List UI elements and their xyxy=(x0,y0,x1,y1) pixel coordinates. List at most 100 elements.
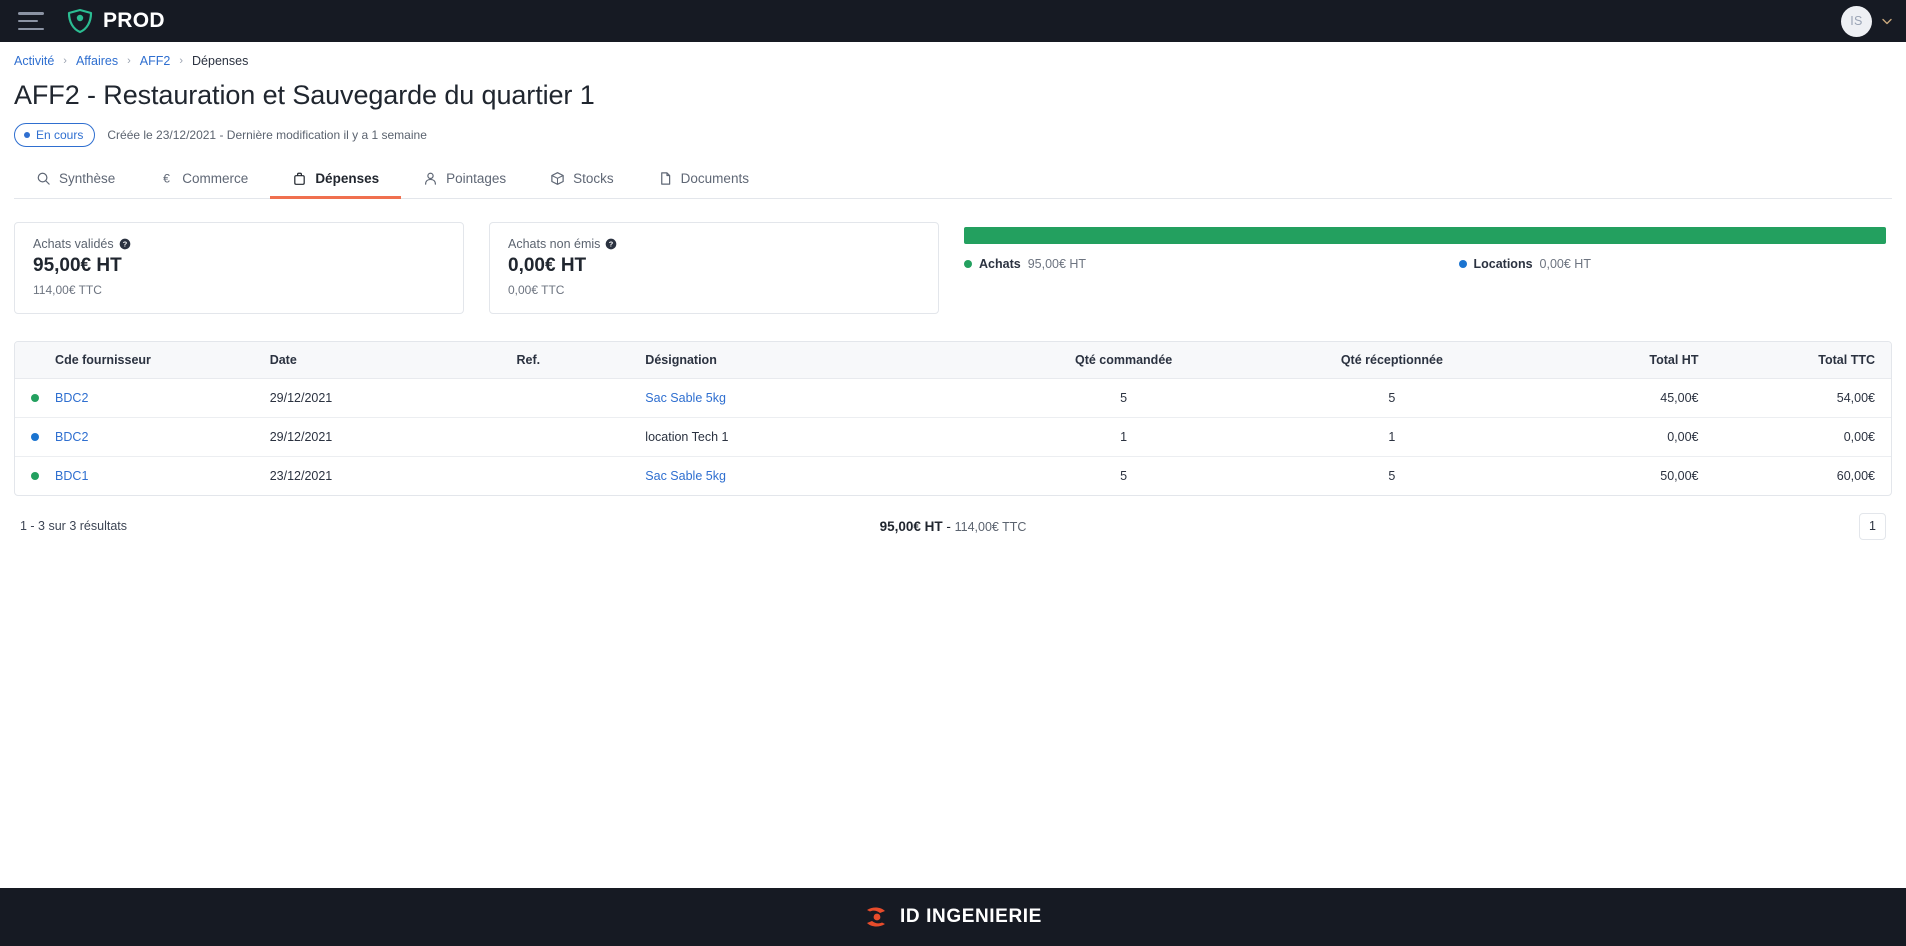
id-ingenierie-logo-icon xyxy=(864,904,890,930)
footer-total-separator: - xyxy=(943,519,955,534)
page-title: AFF2 - Restauration et Sauvegarde du qua… xyxy=(0,78,1906,111)
designation-link[interactable]: Sac Sable 5kg xyxy=(645,391,726,405)
row-status-dot-icon xyxy=(31,472,39,480)
search-icon xyxy=(36,171,51,186)
row-status-cell xyxy=(15,457,45,496)
cell-qte-receptionnee: 1 xyxy=(1258,418,1526,457)
cde-link[interactable]: BDC1 xyxy=(55,469,88,483)
tab-documents[interactable]: Documents xyxy=(636,171,771,199)
kpi-label: Achats non émis ? xyxy=(508,237,920,251)
footer-total-ttc: 114,00€ TTC xyxy=(955,520,1027,534)
column-header-total-ttc[interactable]: Total TTC xyxy=(1708,342,1891,379)
table-row[interactable]: BDC2 29/12/2021 Sac Sable 5kg 5 5 45,00€… xyxy=(15,379,1891,418)
cell-ref xyxy=(507,418,636,457)
kpi-card-achats-non-emis: Achats non émis ? 0,00€ HT 0,00€ TTC xyxy=(489,222,939,314)
help-circle-icon[interactable]: ? xyxy=(119,238,131,250)
column-header-total-ht[interactable]: Total HT xyxy=(1526,342,1708,379)
cell-cde-fournisseur[interactable]: BDC1 xyxy=(45,457,260,496)
kpi-row: Achats validés ? 95,00€ HT 114,00€ TTC A… xyxy=(14,222,1892,314)
row-status-cell xyxy=(15,379,45,418)
column-header-status xyxy=(15,342,45,379)
breadcrumb-item-affaires[interactable]: Affaires xyxy=(76,54,118,68)
legend-name: Locations xyxy=(1474,257,1533,271)
kpi-label: Achats validés ? xyxy=(33,237,445,251)
tab-label: Dépenses xyxy=(315,171,379,186)
status-badge[interactable]: En cours xyxy=(14,123,95,147)
user-menu[interactable]: IS xyxy=(1841,0,1894,42)
tab-label: Pointages xyxy=(446,171,506,186)
hamburger-line xyxy=(18,12,44,15)
legend-dot-icon xyxy=(964,260,972,268)
kpi-subvalue: 0,00€ TTC xyxy=(508,283,920,297)
legend-name: Achats xyxy=(979,257,1021,271)
tab-label: Commerce xyxy=(182,171,248,186)
tab-label: Documents xyxy=(681,171,749,186)
bar-segment-achats xyxy=(964,227,1886,244)
hamburger-line xyxy=(18,20,38,23)
row-status-dot-icon xyxy=(31,394,39,402)
legend-value: 0,00€ HT xyxy=(1540,257,1591,271)
column-header-cde-fournisseur[interactable]: Cde fournisseur xyxy=(45,342,260,379)
euro-icon: € xyxy=(159,171,174,186)
cde-link[interactable]: BDC2 xyxy=(55,391,88,405)
tab-pointages[interactable]: Pointages xyxy=(401,171,528,199)
cell-designation[interactable]: Sac Sable 5kg xyxy=(635,379,989,418)
hamburger-menu-icon[interactable] xyxy=(18,12,44,30)
cell-date: 29/12/2021 xyxy=(260,379,507,418)
status-dot-icon xyxy=(24,132,30,138)
column-header-qte-receptionnee[interactable]: Qté réceptionnée xyxy=(1258,342,1526,379)
footer-brand-name: ID INGENIERIE xyxy=(900,906,1042,928)
tab-stocks[interactable]: Stocks xyxy=(528,171,636,199)
briefcase-icon xyxy=(292,171,307,186)
column-header-ref[interactable]: Ref. xyxy=(507,342,636,379)
pagination-page-1[interactable]: 1 xyxy=(1859,513,1886,540)
cde-link[interactable]: BDC2 xyxy=(55,430,88,444)
cell-date: 23/12/2021 xyxy=(260,457,507,496)
row-status-dot-icon xyxy=(31,433,39,441)
column-header-designation[interactable]: Désignation xyxy=(635,342,989,379)
chevron-down-icon[interactable] xyxy=(1880,14,1894,28)
breadcrumb-item-aff2[interactable]: AFF2 xyxy=(140,54,171,68)
svg-text:?: ? xyxy=(122,240,127,249)
document-icon xyxy=(658,171,673,186)
tab-bar: Synthèse € Commerce Dépenses Pointages S… xyxy=(14,163,1892,199)
tab-synthese[interactable]: Synthèse xyxy=(14,171,137,199)
cell-total-ht: 0,00€ xyxy=(1526,418,1708,457)
expenses-table: Cde fournisseur Date Ref. Désignation Qt… xyxy=(15,342,1891,495)
table-body: BDC2 29/12/2021 Sac Sable 5kg 5 5 45,00€… xyxy=(15,379,1891,496)
expenses-breakdown-chart: Achats 95,00€ HT Locations 0,00€ HT xyxy=(964,222,1892,271)
top-navigation-bar: PROD IS xyxy=(0,0,1906,42)
cell-cde-fournisseur[interactable]: BDC2 xyxy=(45,418,260,457)
help-circle-icon[interactable]: ? xyxy=(605,238,617,250)
breadcrumb-item-activite[interactable]: Activité xyxy=(14,54,54,68)
breadcrumb-separator: › xyxy=(179,55,183,67)
chart-legend: Achats 95,00€ HT Locations 0,00€ HT xyxy=(964,257,1886,271)
column-header-date[interactable]: Date xyxy=(260,342,507,379)
designation-link[interactable]: Sac Sable 5kg xyxy=(645,469,726,483)
tab-label: Stocks xyxy=(573,171,614,186)
status-badge-label: En cours xyxy=(36,128,83,142)
box-icon xyxy=(550,171,565,186)
cell-ref xyxy=(507,457,636,496)
cell-cde-fournisseur[interactable]: BDC2 xyxy=(45,379,260,418)
legend-dot-icon xyxy=(1459,260,1467,268)
cell-designation[interactable]: Sac Sable 5kg xyxy=(635,457,989,496)
column-header-qte-commandee[interactable]: Qté commandée xyxy=(989,342,1257,379)
legend-value: 95,00€ HT xyxy=(1028,257,1086,271)
tab-commerce[interactable]: € Commerce xyxy=(137,171,270,199)
cell-qte-commandee: 5 xyxy=(989,457,1257,496)
kpi-card-achats-valides: Achats validés ? 95,00€ HT 114,00€ TTC xyxy=(14,222,464,314)
avatar[interactable]: IS xyxy=(1841,6,1872,37)
table-header: Cde fournisseur Date Ref. Désignation Qt… xyxy=(15,342,1891,379)
tab-depenses[interactable]: Dépenses xyxy=(270,171,401,199)
site-footer: ID INGENIERIE xyxy=(0,888,1906,946)
table-row[interactable]: BDC1 23/12/2021 Sac Sable 5kg 5 5 50,00€… xyxy=(15,457,1891,496)
tab-label: Synthèse xyxy=(59,171,115,186)
brand-name: PROD xyxy=(103,9,165,33)
legend-item-achats: Achats 95,00€ HT xyxy=(964,257,1086,271)
table-row[interactable]: BDC2 29/12/2021 location Tech 1 1 1 0,00… xyxy=(15,418,1891,457)
brand-logo[interactable]: PROD xyxy=(66,7,165,35)
cell-total-ttc: 0,00€ xyxy=(1708,418,1891,457)
cell-designation: location Tech 1 xyxy=(635,418,989,457)
kpi-label-text: Achats validés xyxy=(33,237,114,251)
